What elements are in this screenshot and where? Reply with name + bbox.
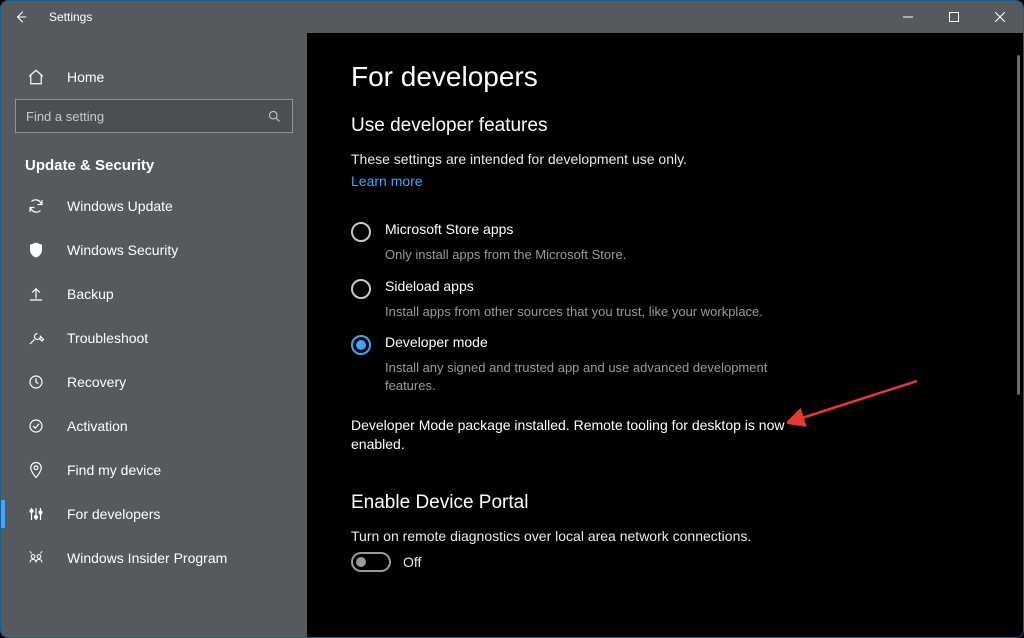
minimize-icon: [903, 12, 913, 22]
settings-window: Settings Home: [0, 0, 1024, 638]
radio-desc: Only install apps from the Microsoft Sto…: [385, 246, 805, 264]
sidebar-item-label: Activation: [67, 418, 128, 434]
close-icon: [995, 12, 1005, 22]
location-icon: [25, 461, 47, 479]
sidebar-item-label: Windows Insider Program: [67, 550, 227, 566]
radio-desc: Install any signed and trusted app and u…: [385, 359, 805, 394]
sidebar-home-label: Home: [67, 69, 104, 85]
titlebar: Settings: [1, 1, 1023, 33]
check-circle-icon: [25, 417, 47, 435]
device-portal-toggle[interactable]: [351, 552, 391, 572]
sliders-icon: [25, 505, 47, 523]
sidebar-section-heading: Update & Security: [1, 139, 307, 184]
app-title: Settings: [41, 10, 92, 24]
device-portal-desc: Turn on remote diagnostics over local ar…: [351, 528, 911, 544]
sidebar-home[interactable]: Home: [1, 55, 307, 99]
sidebar-item-label: Windows Security: [67, 242, 178, 258]
sidebar-item-find-my-device[interactable]: Find my device: [1, 448, 307, 492]
radio-label: Microsoft Store apps: [385, 221, 513, 242]
sidebar-item-activation[interactable]: Activation: [1, 404, 307, 448]
radio-developer-mode[interactable]: Developer mode: [351, 334, 911, 355]
close-button[interactable]: [977, 1, 1023, 33]
sidebar-item-label: Backup: [67, 286, 114, 302]
sidebar-item-insider[interactable]: Windows Insider Program: [1, 536, 307, 580]
radio-label: Developer mode: [385, 334, 488, 355]
sidebar-item-label: Troubleshoot: [67, 330, 148, 346]
toggle-label: Off: [403, 554, 421, 570]
home-icon: [25, 68, 47, 86]
back-arrow-icon: [14, 10, 28, 24]
page-title: For developers: [351, 61, 911, 93]
radio-button-selected-icon[interactable]: [351, 335, 371, 355]
insider-icon: [25, 549, 47, 567]
sidebar-item-label: Recovery: [67, 374, 126, 390]
sync-icon: [25, 197, 47, 215]
upload-icon: [25, 285, 47, 303]
history-icon: [25, 373, 47, 391]
sidebar-item-for-developers[interactable]: For developers: [1, 492, 307, 536]
sidebar-item-troubleshoot[interactable]: Troubleshoot: [1, 316, 307, 360]
radio-sideload[interactable]: Sideload apps: [351, 278, 911, 299]
sidebar-item-windows-security[interactable]: Windows Security: [1, 228, 307, 272]
status-text: Developer Mode package installed. Remote…: [351, 416, 831, 454]
learn-more-link[interactable]: Learn more: [351, 173, 423, 189]
search-input[interactable]: [26, 109, 244, 124]
search-box[interactable]: [15, 99, 293, 133]
sidebar-item-recovery[interactable]: Recovery: [1, 360, 307, 404]
content-pane: For developers Use developer features Th…: [307, 33, 1023, 637]
radio-label: Sideload apps: [385, 278, 474, 299]
sidebar-item-label: Windows Update: [67, 198, 173, 214]
section-heading-dev-features: Use developer features: [351, 115, 911, 137]
sidebar-item-label: Find my device: [67, 462, 161, 478]
sidebar: Home Update & Security Windows Update: [1, 33, 307, 637]
radio-button-icon[interactable]: [351, 279, 371, 299]
minimize-button[interactable]: [885, 1, 931, 33]
maximize-button[interactable]: [931, 1, 977, 33]
scrollbar[interactable]: [1017, 55, 1020, 395]
sidebar-item-backup[interactable]: Backup: [1, 272, 307, 316]
shield-icon: [25, 241, 47, 259]
back-button[interactable]: [1, 1, 41, 33]
maximize-icon: [949, 12, 959, 22]
section-heading-device-portal: Enable Device Portal: [351, 492, 911, 514]
sidebar-item-label: For developers: [67, 506, 160, 522]
wrench-icon: [25, 329, 47, 347]
sidebar-item-windows-update[interactable]: Windows Update: [1, 184, 307, 228]
section-desc: These settings are intended for developm…: [351, 151, 911, 167]
radio-ms-store[interactable]: Microsoft Store apps: [351, 221, 911, 242]
radio-desc: Install apps from other sources that you…: [385, 303, 805, 321]
search-icon: [267, 109, 282, 124]
radio-button-icon[interactable]: [351, 222, 371, 242]
